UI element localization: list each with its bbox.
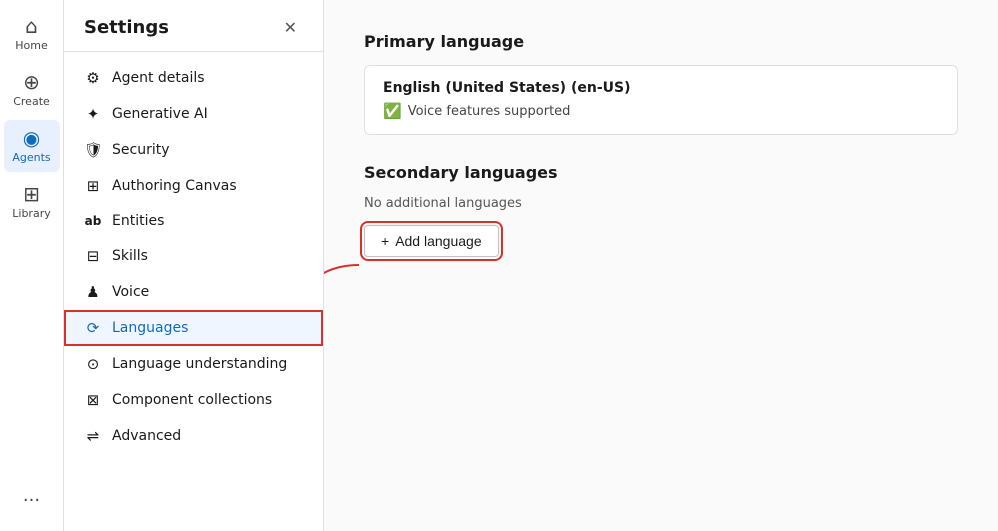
language-understanding-label: Language understanding	[112, 356, 287, 372]
languages-label: Languages	[112, 320, 188, 336]
arrow-svg	[324, 255, 364, 315]
generative-ai-icon: ✦	[84, 105, 102, 123]
plus-icon: +	[381, 233, 389, 249]
settings-nav-item-component-collections[interactable]: ⊠ Component collections	[64, 382, 323, 418]
agent-details-icon: ⚙	[84, 69, 102, 87]
authoring-canvas-icon: ⊞	[84, 177, 102, 195]
nav-more[interactable]: ···	[15, 482, 48, 519]
security-label: Security	[112, 142, 170, 158]
voice-support-text: Voice features supported	[408, 104, 571, 119]
settings-nav: ⚙ Agent details ✦ Generative AI 🛡 Securi…	[64, 52, 323, 531]
home-label: Home	[15, 39, 47, 52]
settings-nav-item-security[interactable]: 🛡 Security	[64, 132, 323, 168]
nav-item-create[interactable]: ⊕ Create	[4, 64, 60, 116]
voice-support-row: ✅ Voice features supported	[383, 102, 939, 120]
home-icon: ⌂	[25, 16, 38, 36]
component-collections-icon: ⊠	[84, 391, 102, 409]
advanced-label: Advanced	[112, 428, 181, 444]
main-content: Primary language English (United States)…	[324, 0, 998, 531]
settings-header: Settings ✕	[64, 0, 323, 52]
skills-icon: ⊟	[84, 247, 102, 265]
add-language-label: Add language	[395, 233, 481, 249]
primary-language-name: English (United States) (en-US)	[383, 80, 939, 96]
check-icon: ✅	[383, 102, 402, 120]
create-icon: ⊕	[23, 72, 40, 92]
advanced-icon: ⇌	[84, 427, 102, 445]
create-label: Create	[13, 95, 50, 108]
library-icon: ⊞	[23, 184, 40, 204]
close-button[interactable]: ✕	[278, 16, 303, 39]
agent-details-label: Agent details	[112, 70, 205, 86]
primary-language-card: English (United States) (en-US) ✅ Voice …	[364, 65, 958, 135]
settings-nav-item-voice[interactable]: ♟ Voice	[64, 274, 323, 310]
generative-ai-label: Generative AI	[112, 106, 208, 122]
voice-label: Voice	[112, 284, 149, 300]
security-icon: 🛡	[84, 141, 102, 159]
add-language-button[interactable]: + Add language	[364, 225, 499, 257]
nav-item-agents[interactable]: ◉ Agents	[4, 120, 60, 172]
settings-nav-item-language-understanding[interactable]: ⊙ Language understanding	[64, 346, 323, 382]
settings-panel: Settings ✕ ⚙ Agent details ✦ Generative …	[64, 0, 324, 531]
arrow-annotation	[324, 255, 364, 319]
settings-nav-item-generative-ai[interactable]: ✦ Generative AI	[64, 96, 323, 132]
library-label: Library	[12, 207, 50, 220]
voice-icon: ♟	[84, 283, 102, 301]
skills-label: Skills	[112, 248, 148, 264]
settings-nav-item-entities[interactable]: ab Entities	[64, 204, 323, 238]
primary-language-section-title: Primary language	[364, 32, 958, 51]
agents-icon: ◉	[23, 128, 40, 148]
settings-nav-item-advanced[interactable]: ⇌ Advanced	[64, 418, 323, 454]
settings-title: Settings	[84, 17, 169, 38]
settings-nav-item-skills[interactable]: ⊟ Skills	[64, 238, 323, 274]
component-collections-label: Component collections	[112, 392, 272, 408]
add-language-wrapper: + Add language	[364, 225, 499, 257]
no-languages-text: No additional languages	[364, 196, 958, 211]
entities-label: Entities	[112, 213, 164, 229]
nav-item-library[interactable]: ⊞ Library	[4, 176, 60, 228]
settings-nav-item-authoring-canvas[interactable]: ⊞ Authoring Canvas	[64, 168, 323, 204]
secondary-languages-section-title: Secondary languages	[364, 163, 958, 182]
nav-item-home[interactable]: ⌂ Home	[4, 8, 60, 60]
settings-nav-item-languages[interactable]: ⟳ Languages	[64, 310, 323, 346]
languages-icon: ⟳	[84, 319, 102, 337]
left-nav: ⌂ Home ⊕ Create ◉ Agents ⊞ Library ···	[0, 0, 64, 531]
agents-label: Agents	[12, 151, 50, 164]
settings-nav-item-agent-details[interactable]: ⚙ Agent details	[64, 60, 323, 96]
entities-icon: ab	[84, 214, 102, 228]
language-understanding-icon: ⊙	[84, 355, 102, 373]
authoring-canvas-label: Authoring Canvas	[112, 178, 237, 194]
